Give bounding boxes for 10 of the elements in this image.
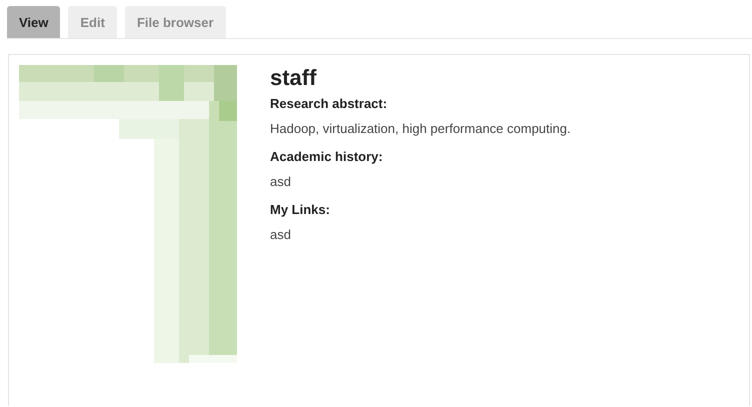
- tab[interactable]: File browser: [124, 6, 226, 38]
- field-label: Academic history:: [270, 149, 383, 164]
- field-value: Hadoop, virtualization, high performance computing.: [270, 121, 571, 136]
- tab[interactable]: View: [7, 6, 60, 38]
- field-value: asd: [270, 227, 291, 242]
- profile-name: staff: [270, 65, 316, 91]
- tab[interactable]: Edit: [68, 6, 117, 38]
- field-label: My Links:: [270, 202, 330, 217]
- field-label: Research abstract:: [270, 96, 388, 111]
- field-value: asd: [270, 174, 291, 189]
